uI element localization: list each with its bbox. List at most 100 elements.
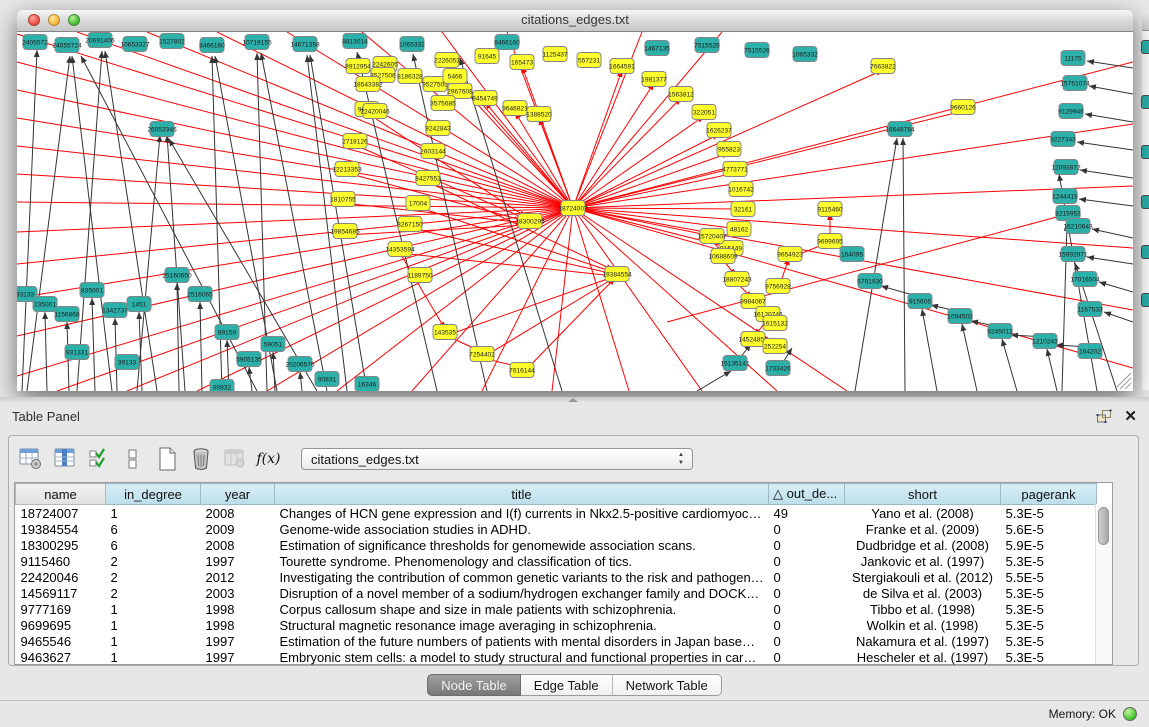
graph-node[interactable]: 252254 bbox=[763, 339, 787, 354]
graph-node[interactable]: 322051 bbox=[692, 105, 716, 120]
column-header-in_degree[interactable]: in_degree bbox=[106, 484, 201, 505]
delete-table-icon[interactable] bbox=[187, 446, 214, 473]
graph-node[interactable]: 3575685 bbox=[430, 96, 456, 111]
graph-node[interactable]: 931331 bbox=[65, 345, 89, 360]
table-row[interactable]: 911546021997Tourette syndrome. Phenomeno… bbox=[16, 553, 1097, 569]
graph-node[interactable]: 15720407 bbox=[697, 229, 727, 244]
graph-node[interactable]: 18724007 bbox=[558, 201, 588, 216]
graph-node[interactable]: 164095 bbox=[840, 247, 864, 262]
graph-node[interactable]: 19384554 bbox=[602, 267, 632, 282]
graph-edge[interactable] bbox=[1002, 339, 1017, 391]
graph-node[interactable]: 14353594 bbox=[385, 242, 415, 257]
resize-grip-icon[interactable] bbox=[1115, 373, 1131, 389]
graph-node[interactable]: 915605 bbox=[908, 294, 932, 309]
table-row[interactable]: 946362711997Embryonic stem cells: a mode… bbox=[16, 649, 1097, 665]
graph-node[interactable]: 7616144 bbox=[509, 363, 535, 378]
network-graph-canvas[interactable]: 2405572240557242069140610653327152780284… bbox=[17, 32, 1133, 391]
graph-node[interactable]: 17016504 bbox=[1070, 272, 1100, 287]
graph-node[interactable]: 1094503 bbox=[947, 309, 973, 324]
graph-node[interactable]: 7515526 bbox=[694, 38, 720, 53]
column-header-title[interactable]: title bbox=[275, 484, 769, 505]
column-header-year[interactable]: year bbox=[201, 484, 275, 505]
graph-edge[interactable] bbox=[1079, 199, 1133, 206]
graph-node[interactable]: 8186328 bbox=[397, 69, 423, 84]
graph-edge[interactable] bbox=[1085, 114, 1133, 122]
graph-edge[interactable] bbox=[17, 118, 573, 208]
graph-node[interactable]: 16346 bbox=[355, 377, 379, 392]
graph-node[interactable]: 2226053 bbox=[434, 53, 460, 68]
graph-node[interactable]: 1125437 bbox=[542, 47, 568, 62]
graph-node[interactable]: 1244419 bbox=[1052, 189, 1078, 204]
graph-edge[interactable] bbox=[45, 312, 47, 391]
graph-node[interactable]: 8427552 bbox=[415, 171, 441, 186]
graph-node[interactable]: 2718126 bbox=[342, 134, 368, 149]
graph-edge[interactable] bbox=[903, 138, 905, 391]
graph-edge[interactable] bbox=[200, 302, 202, 391]
graph-node[interactable]: 9660126 bbox=[950, 100, 976, 115]
function-builder-icon[interactable]: f(x) bbox=[255, 446, 282, 473]
graph-node[interactable]: 7663822 bbox=[870, 59, 896, 74]
graph-node[interactable]: 1981377 bbox=[641, 72, 667, 87]
graph-node[interactable]: 25160650 bbox=[162, 268, 192, 283]
graph-node[interactable]: 1065332 bbox=[792, 47, 818, 62]
graph-node[interactable]: 89159 bbox=[215, 325, 239, 340]
graph-node[interactable]: 1527802 bbox=[159, 34, 185, 49]
graph-edge[interactable] bbox=[573, 124, 1133, 208]
graph-node[interactable]: 18543382 bbox=[353, 77, 383, 92]
graph-node[interactable]: 1626237 bbox=[706, 123, 732, 138]
graph-node[interactable]: 8454749 bbox=[472, 91, 498, 106]
graph-edge[interactable] bbox=[922, 309, 937, 391]
column-settings-icon[interactable] bbox=[17, 446, 44, 473]
graph-edge[interactable] bbox=[573, 83, 654, 208]
table-row[interactable]: 2242004622012Investigating the contribut… bbox=[16, 569, 1097, 585]
table-row[interactable]: 977716911998Corpus callosum shape and si… bbox=[16, 601, 1097, 617]
table-selector-dropdown[interactable]: citations_edges.txt ▲▼ bbox=[301, 448, 693, 470]
table-row[interactable]: 1456911722003Disruption of a novel membe… bbox=[16, 585, 1097, 601]
close-window-button[interactable] bbox=[28, 14, 40, 26]
graph-node[interactable]: 7254402 bbox=[469, 347, 495, 362]
graph-edge[interactable] bbox=[1104, 312, 1133, 322]
graph-node[interactable]: 1615132 bbox=[762, 316, 788, 331]
graph-node[interactable]: 9227343 bbox=[1050, 132, 1076, 147]
graph-node[interactable]: 15992971 bbox=[1058, 247, 1088, 262]
table-row[interactable]: 969969511998Structural magnetic resonanc… bbox=[16, 617, 1097, 633]
graph-edge[interactable] bbox=[573, 208, 629, 391]
graph-edge[interactable] bbox=[139, 312, 142, 391]
column-header-name[interactable]: name bbox=[16, 484, 106, 505]
column-header-out_de[interactable]: △ out_de... bbox=[769, 484, 845, 505]
graph-node[interactable]: 22420046 bbox=[360, 104, 390, 119]
graph-edge[interactable] bbox=[697, 371, 731, 391]
table-row[interactable]: 946554611997Estimation of the future num… bbox=[16, 633, 1097, 649]
graph-node[interactable]: 1016742 bbox=[728, 182, 754, 197]
graph-node[interactable]: 2603144 bbox=[420, 144, 446, 159]
float-panel-icon[interactable] bbox=[1096, 409, 1112, 424]
graph-node[interactable]: 6791930 bbox=[857, 274, 883, 289]
graph-edge[interactable] bbox=[92, 298, 95, 391]
graph-node[interactable]: 165473 bbox=[510, 55, 534, 70]
graph-node[interactable]: 19854685 bbox=[330, 224, 360, 239]
graph-edge[interactable] bbox=[105, 51, 157, 391]
graph-edge[interactable] bbox=[573, 186, 1133, 208]
graph-node[interactable]: 26053346 bbox=[147, 122, 177, 137]
graph-edge[interactable] bbox=[1087, 257, 1133, 264]
graph-node[interactable]: 557231 bbox=[577, 53, 601, 68]
graph-edge[interactable] bbox=[1080, 170, 1133, 178]
graph-node[interactable]: 955823 bbox=[717, 142, 741, 157]
graph-edge[interactable] bbox=[1092, 229, 1133, 238]
graph-node[interactable]: 9756928 bbox=[765, 279, 791, 294]
select-columns-icon[interactable] bbox=[51, 446, 78, 473]
graph-node[interactable]: 1451 bbox=[127, 297, 151, 312]
graph-node[interactable]: 2516065 bbox=[187, 287, 213, 302]
graph-edge[interactable] bbox=[1047, 349, 1057, 391]
graph-node[interactable]: 1189750 bbox=[407, 268, 433, 283]
table-scrollbar[interactable] bbox=[1095, 504, 1112, 664]
graph-node[interactable]: 10719155 bbox=[242, 35, 272, 50]
graph-node[interactable]: 1210243 bbox=[1032, 334, 1058, 349]
graph-edge[interactable] bbox=[1087, 61, 1133, 68]
tab-edge-table[interactable]: Edge Table bbox=[521, 674, 613, 696]
graph-node[interactable]: 1342737 bbox=[102, 303, 128, 318]
graph-edge[interactable] bbox=[573, 208, 743, 209]
graph-node[interactable]: 39133 bbox=[115, 355, 139, 370]
row-checks-icon[interactable] bbox=[85, 446, 112, 473]
graph-node[interactable]: 235001 bbox=[33, 297, 57, 312]
